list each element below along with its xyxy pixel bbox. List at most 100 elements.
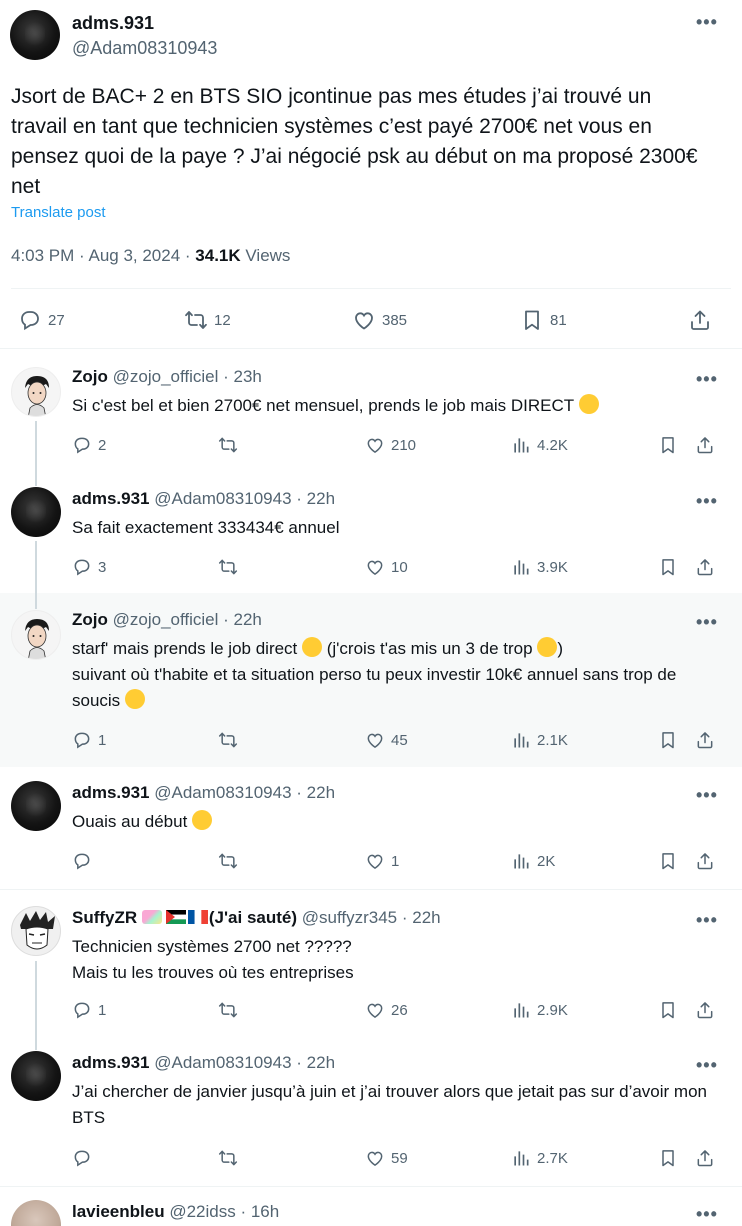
bookmark-button[interactable] [658,557,684,577]
share-button[interactable] [695,1148,721,1168]
views-button[interactable]: 3.9K [511,557,568,577]
repost-button[interactable] [218,557,244,577]
reply-text: Ouais au début [72,809,722,835]
post-time[interactable]: 4:03 PM · Aug 3, 2024 · [11,246,195,265]
more-options-icon[interactable]: ••• [696,12,718,33]
reply-post[interactable]: lavieenbleu @22idss · 16h ••• [0,1187,742,1226]
reply-text-part: suivant où t'habite et ta situation pers… [72,665,677,710]
reply-button[interactable]: 3 [72,557,106,577]
author-handle[interactable]: @22idss [169,1202,235,1221]
author-handle[interactable]: @Adam08310943 [154,783,291,802]
bookmark-button[interactable] [658,851,684,871]
reply-button[interactable]: 2 [72,435,106,455]
views-button[interactable]: 2.7K [511,1148,568,1168]
repost-button[interactable] [218,730,244,750]
like-button[interactable]: 59 [365,1148,408,1168]
author-name[interactable]: Zojo [72,367,108,386]
share-button[interactable] [695,557,721,577]
bookmark-button[interactable] [658,435,684,455]
repost-button[interactable] [218,851,244,871]
reply-post[interactable]: SuffyZR (J'ai sauté) @suffyzr345 · 22h •… [0,890,742,1042]
more-options-icon[interactable]: ••• [696,612,718,633]
author-handle[interactable]: @Adam08310943 [72,38,217,59]
avatar[interactable] [11,1051,61,1101]
author-name-suffix[interactable]: (J'ai sauté) [209,908,297,927]
author-handle[interactable]: @zojo_officiel [113,610,219,629]
author-name[interactable]: adms.931 [72,1053,150,1072]
like-button[interactable]: 385 [352,308,407,332]
share-button[interactable] [695,435,721,455]
reply-button[interactable]: 27 [18,308,65,332]
share-button[interactable] [688,308,718,332]
bookmark-button[interactable]: 81 [520,308,567,332]
reply-post[interactable]: Zojo @zojo_officiel · 23h ••• Si c'est b… [0,349,742,472]
like-button[interactable]: 210 [365,435,416,455]
views-button[interactable]: 2.1K [511,730,568,750]
repost-button[interactable]: 12 [184,308,231,332]
reply-button[interactable] [72,851,98,871]
more-options-icon[interactable]: ••• [696,1055,718,1076]
thread-line [35,472,37,486]
author-handle[interactable]: @suffyzr345 [297,908,397,927]
avatar[interactable] [11,610,61,660]
bookmark-button[interactable] [658,1148,684,1168]
share-button[interactable] [695,1000,721,1020]
more-options-icon[interactable]: ••• [696,910,718,931]
like-button[interactable]: 10 [365,557,408,577]
reply-post[interactable]: adms.931 @Adam08310943 · 22h ••• Sa fait… [0,472,742,593]
avatar[interactable] [11,906,61,956]
avatar[interactable] [11,781,61,831]
repost-button[interactable] [218,1148,244,1168]
reply-icon [72,730,92,750]
author-name[interactable]: adms.931 [72,13,154,34]
avatar[interactable] [11,487,61,537]
reply-button[interactable] [72,1148,98,1168]
like-button[interactable]: 26 [365,1000,408,1020]
repost-button[interactable] [218,435,244,455]
reply-button[interactable]: 1 [72,1000,106,1020]
share-icon [695,851,715,871]
avatar[interactable] [11,367,61,417]
author-name[interactable]: adms.931 [72,489,150,508]
author-handle[interactable]: @Adam08310943 [154,489,291,508]
views-button[interactable]: 2K [511,851,555,871]
reply-post[interactable]: adms.931 @Adam08310943 · 22h ••• J’ai ch… [0,1042,742,1186]
avatar[interactable] [10,10,60,60]
post-time[interactable]: · 16h [236,1202,279,1221]
post-time[interactable]: · 22h [218,610,262,629]
bookmark-button[interactable] [658,730,684,750]
share-button[interactable] [695,730,721,750]
reply-post[interactable]: Zojo @zojo_officiel · 22h ••• starf' mai… [0,593,742,767]
avatar[interactable] [11,1200,61,1226]
views-count: 2K [537,852,556,870]
translate-post-link[interactable]: Translate post [11,204,106,221]
author-handle[interactable]: @zojo_officiel [113,367,219,386]
reply-post[interactable]: adms.931 @Adam08310943 · 22h ••• Ouais a… [0,767,742,889]
views-icon [511,1000,531,1020]
more-options-icon[interactable]: ••• [696,785,718,806]
more-options-icon[interactable]: ••• [696,491,718,512]
author-name[interactable]: adms.931 [72,783,150,802]
views-icon [511,435,531,455]
more-options-icon[interactable]: ••• [696,369,718,390]
author-name[interactable]: Zojo [72,610,108,629]
author-handle[interactable]: @Adam08310943 [154,1053,291,1072]
views-button[interactable]: 4.2K [511,435,568,455]
like-button[interactable]: 45 [365,730,408,750]
like-button[interactable]: 1 [365,851,399,871]
author-name[interactable]: lavieenbleu [72,1202,165,1221]
bookmark-button[interactable] [658,1000,684,1020]
reply-button[interactable]: 1 [72,730,106,750]
post-time[interactable]: · 22h [292,489,335,508]
post-time[interactable]: · 22h [292,1053,335,1072]
more-options-icon[interactable]: ••• [696,1204,718,1225]
author-name-prefix[interactable]: SuffyZR [72,908,142,927]
share-button[interactable] [695,851,721,871]
repost-button[interactable] [218,1000,244,1020]
reply-icon [72,1148,92,1168]
post-time[interactable]: · 22h [397,908,441,927]
like-icon [365,851,385,871]
views-button[interactable]: 2.9K [511,1000,568,1020]
post-time[interactable]: · 23h [218,367,262,386]
post-time[interactable]: · 22h [292,783,335,802]
